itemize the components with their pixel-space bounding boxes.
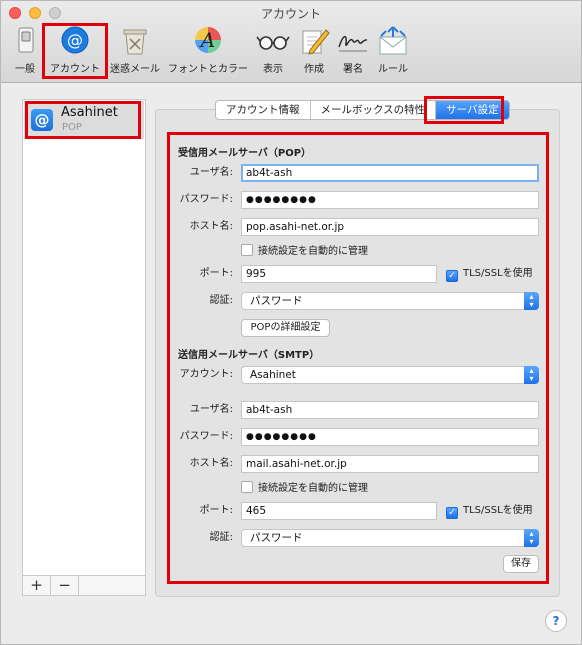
incoming-section-title: 受信用メールサーバ（POP） [178, 148, 312, 159]
toolbar-accounts-label: アカウント [50, 64, 100, 75]
at-sign-icon: @ [58, 25, 92, 57]
outgoing-auto-manage-checkbox[interactable]: 接続設定を自動的に管理 [241, 481, 368, 496]
incoming-port-field[interactable]: 995 [241, 265, 437, 283]
incoming-host-field[interactable]: pop.asahi-net.or.jp [241, 218, 539, 236]
incoming-password-label: パスワード: [179, 194, 233, 205]
rules-envelope-icon [376, 25, 410, 57]
incoming-username-field[interactable]: ab4t-ash [241, 164, 539, 182]
toolbar-rules-label: ルール [378, 64, 408, 75]
incoming-auto-manage-label: 接続設定を自動的に管理 [258, 246, 368, 257]
tab-account-info[interactable]: アカウント情報 [216, 101, 311, 119]
checkbox-unchecked [241, 244, 253, 256]
outgoing-tls-checkbox[interactable]: ✓ TLS/SSLを使用 [446, 504, 533, 519]
outgoing-port-field[interactable]: 465 [241, 502, 437, 520]
outgoing-auth-value: パスワード [250, 532, 303, 544]
incoming-auth-value: パスワード [250, 295, 303, 307]
outgoing-host-field[interactable]: mail.asahi-net.or.jp [241, 455, 539, 473]
toolbar-composing-label: 作成 [304, 64, 324, 75]
incoming-tls-checkbox[interactable]: ✓ TLS/SSLを使用 [446, 267, 533, 282]
toolbar-viewing[interactable]: 表示 [255, 25, 291, 77]
svg-text:@: @ [67, 31, 83, 50]
account-list: @ Asahinet POP [22, 99, 146, 576]
toolbar-accounts[interactable]: @ アカウント [45, 25, 105, 77]
incoming-username-label: ユーザ名: [189, 167, 233, 178]
toolbar-viewing-label: 表示 [263, 64, 283, 75]
incoming-host-label: ホスト名: [189, 221, 233, 232]
toolbar: アカウント 一般 @ アカウント 迷惑メール A フォントとカラー 表示 作成 … [1, 1, 581, 83]
checkbox-unchecked [241, 481, 253, 493]
svg-text:A: A [199, 28, 215, 52]
tab-server-settings[interactable]: サーバ設定 [436, 101, 509, 119]
account-list-item[interactable]: @ Asahinet POP [24, 101, 144, 139]
signature-icon [336, 25, 370, 57]
outgoing-username-field[interactable]: ab4t-ash [241, 401, 539, 419]
at-sign-icon: @ [31, 109, 53, 131]
pop-advanced-button[interactable]: POPの詳細設定 [241, 319, 330, 337]
help-button[interactable]: ? [545, 610, 567, 632]
toolbar-signatures[interactable]: 署名 [336, 25, 370, 77]
junk-trash-icon [118, 25, 152, 57]
toolbar-general-label: 一般 [15, 64, 35, 75]
outgoing-username-label: ユーザ名: [189, 404, 233, 415]
window-title: アカウント [260, 7, 321, 21]
incoming-port-label: ポート: [199, 268, 233, 279]
compose-pencil-icon [297, 25, 331, 57]
account-type: POP [62, 122, 82, 133]
glasses-icon [256, 25, 290, 57]
outgoing-section-title: 送信用メールサーバ（SMTP） [178, 350, 320, 361]
incoming-auth-select[interactable]: パスワード ▴ ▾ [241, 292, 539, 310]
checkmark-icon: ✓ [446, 507, 458, 519]
account-name: Asahinet [61, 105, 118, 120]
toolbar-composing[interactable]: 作成 [297, 25, 331, 77]
toolbar-general[interactable]: 一般 [9, 25, 41, 77]
toolbar-fonts-colors-label: フォントとカラー [168, 64, 248, 75]
tab-mailbox-behaviors[interactable]: メールボックスの特性 [311, 101, 437, 119]
updown-chevron-icon: ▴ ▾ [524, 292, 539, 310]
toolbar-junk[interactable]: 迷惑メール [108, 25, 162, 77]
preferences-window: アカウント 一般 @ アカウント 迷惑メール A フォントとカラー 表示 作成 … [0, 0, 582, 645]
updown-chevron-icon: ▴ ▾ [524, 529, 539, 547]
checkmark-icon: ✓ [446, 270, 458, 282]
outgoing-host-label: ホスト名: [189, 458, 233, 469]
incoming-password-field[interactable]: ●●●●●●●● [241, 191, 539, 209]
tab-bar: アカウント情報 メールボックスの特性 サーバ設定 [215, 100, 510, 120]
outgoing-tls-label: TLS/SSLを使用 [463, 505, 533, 516]
toolbar-rules[interactable]: ルール [376, 25, 410, 77]
toolbar-signatures-label: 署名 [343, 64, 363, 75]
outgoing-auth-select[interactable]: パスワード ▴ ▾ [241, 529, 539, 547]
font-color-icon: A [191, 25, 225, 57]
outgoing-password-field[interactable]: ●●●●●●●● [241, 428, 539, 446]
outgoing-port-label: ポート: [199, 505, 233, 516]
incoming-auto-manage-checkbox[interactable]: 接続設定を自動的に管理 [241, 244, 368, 259]
add-account-button[interactable]: + [23, 576, 51, 595]
updown-chevron-icon: ▴ ▾ [524, 366, 539, 384]
toolbar-junk-label: 迷惑メール [110, 64, 160, 75]
toolbar-fonts-colors[interactable]: A フォントとカラー [167, 25, 249, 77]
incoming-auth-label: 認証: [209, 295, 233, 306]
remove-account-button[interactable]: − [51, 576, 79, 595]
outgoing-account-label: アカウント: [179, 369, 233, 380]
outgoing-account-value: Asahinet [250, 369, 296, 381]
outgoing-auto-manage-label: 接続設定を自動的に管理 [258, 483, 368, 494]
switch-icon [9, 25, 43, 57]
save-button[interactable]: 保存 [503, 555, 539, 573]
account-list-footer: + − [22, 576, 146, 596]
outgoing-account-select[interactable]: Asahinet ▴ ▾ [241, 366, 539, 384]
outgoing-password-label: パスワード: [179, 431, 233, 442]
incoming-tls-label: TLS/SSLを使用 [463, 268, 533, 279]
outgoing-auth-label: 認証: [209, 532, 233, 543]
